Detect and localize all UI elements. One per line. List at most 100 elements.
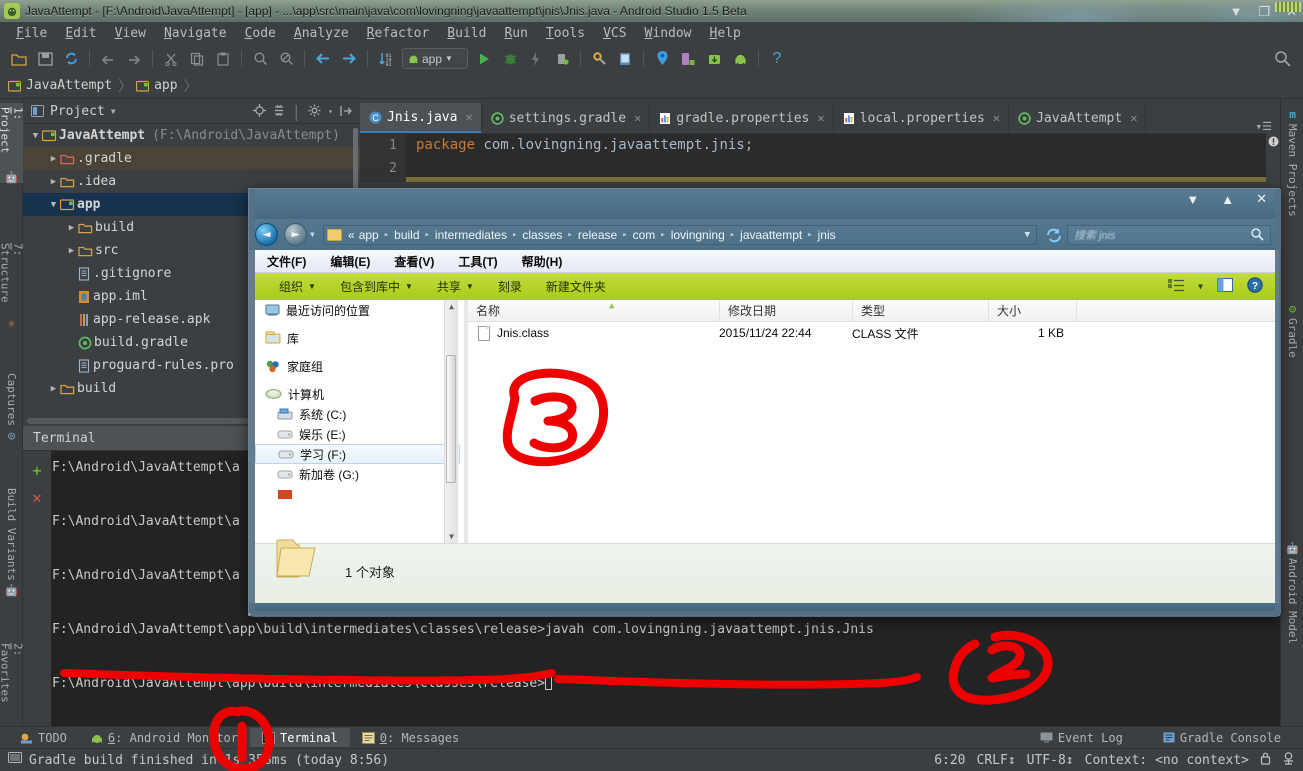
explorer-menu-v[interactable]: 查看(V) xyxy=(394,253,448,270)
context-indicator[interactable]: Context: <no context> xyxy=(1085,753,1249,768)
menu-item-edit[interactable]: Edit xyxy=(56,26,105,41)
project-tree-row[interactable]: ▶ .gradle xyxy=(23,147,360,170)
explorer-nav-item[interactable]: 学习 (F:) xyxy=(255,444,460,464)
avd-manager-icon[interactable] xyxy=(614,48,636,70)
lock-icon[interactable] xyxy=(1260,752,1271,769)
locate-icon[interactable] xyxy=(252,102,266,121)
tree-expander-icon[interactable]: ▶ xyxy=(65,246,78,256)
device-icon[interactable] xyxy=(677,48,699,70)
explorer-file-row[interactable]: Jnis.class 2015/11/24 22:44 CLASS 文件 1 KB xyxy=(468,322,1275,344)
bottom-tab-0-messages[interactable]: 0: Messages xyxy=(350,728,471,747)
explorer-nav-item[interactable]: 系统 (C:) xyxy=(255,404,464,424)
hide-panel-icon[interactable] xyxy=(340,102,352,121)
sync-project-icon[interactable]: 01 10 01 xyxy=(375,48,397,70)
encoding-indicator[interactable]: UTF-8↕ xyxy=(1027,753,1074,768)
inspection-status-icon[interactable] xyxy=(1268,136,1279,150)
explorer-toolbar-button[interactable]: 刻录 xyxy=(486,278,534,295)
explorer-address-bar[interactable]: « app ▸ build ▸ intermediates ▸ classes ▸ releas… xyxy=(323,225,1037,245)
menu-item-code[interactable]: Code xyxy=(236,26,285,41)
editor-tab-javaattempt[interactable]: JavaAttempt ✕ xyxy=(1009,103,1147,133)
open-project-icon[interactable] xyxy=(8,48,30,70)
search-icon[interactable] xyxy=(249,48,271,70)
address-separator-icon[interactable]: ▸ xyxy=(422,230,433,240)
right-tool-tab-maven-projects[interactable]: m Maven Projects xyxy=(1281,105,1303,225)
address-segment-app[interactable]: app xyxy=(357,228,381,242)
explorer-nav-item-partial[interactable] xyxy=(255,484,464,504)
address-history-chevron-icon[interactable]: ▼ xyxy=(1025,230,1036,240)
explorer-navigation-pane[interactable]: 最近访问的位置库家庭组 计算机 系统 (C:) 娱乐 (E:) 学习 (F:) 新加卷 (… xyxy=(255,300,464,543)
paste-icon[interactable] xyxy=(212,48,234,70)
editor-tab-options-icon[interactable]: ▾☰ xyxy=(1256,120,1280,133)
breadcrumb-item-javaattempt[interactable]: JavaAttempt xyxy=(8,78,118,93)
editor-tab-local-properties[interactable]: local.properties ✕ xyxy=(834,103,1010,133)
android-device-monitor-icon[interactable] xyxy=(729,48,751,70)
address-segment-jnis[interactable]: jnis xyxy=(816,228,838,242)
address-separator-icon[interactable]: ▸ xyxy=(381,230,392,240)
editor-code-area[interactable]: package com.lovingning.javaattempt.jnis; xyxy=(406,134,1280,182)
menu-item-tools[interactable]: Tools xyxy=(537,26,594,41)
explorer-toolbar-button[interactable]: 组织 ▼ xyxy=(267,278,328,295)
address-separator-icon[interactable]: ▸ xyxy=(727,230,738,240)
tree-expander-icon[interactable]: ▶ xyxy=(65,223,78,233)
run-configuration-selector[interactable]: app ▼ xyxy=(402,48,468,69)
explorer-nav-item[interactable]: 家庭组 xyxy=(255,356,464,376)
menu-item-vcs[interactable]: VCS xyxy=(594,26,635,41)
close-icon[interactable]: ✕ xyxy=(1130,111,1137,125)
tree-expander-icon[interactable]: ▶ xyxy=(47,177,60,187)
collapse-all-icon[interactable] xyxy=(273,102,285,121)
address-separator-icon[interactable]: ▸ xyxy=(619,230,630,240)
chevron-down-icon[interactable]: ▼ xyxy=(111,107,116,116)
replace-icon[interactable] xyxy=(275,48,297,70)
hector-icon[interactable] xyxy=(1282,751,1295,769)
tree-expander-icon[interactable]: ▼ xyxy=(47,200,60,210)
explorer-menu-e[interactable]: 编辑(E) xyxy=(330,253,384,270)
explorer-close-icon[interactable]: ✕ xyxy=(1256,191,1267,207)
close-icon[interactable]: ✕ xyxy=(634,111,641,125)
close-icon[interactable]: ✕ xyxy=(465,110,472,124)
menu-item-view[interactable]: View xyxy=(106,26,155,41)
right-tool-tab-android-model[interactable]: 🤖 Android Model xyxy=(1281,539,1303,669)
explorer-nav-item[interactable]: 库 xyxy=(255,328,464,348)
help-icon[interactable]: ? xyxy=(1247,276,1263,297)
explorer-toolbar-button[interactable]: 共享 ▼ xyxy=(425,278,486,295)
bottom-tab-gradle-console[interactable]: Gradle Console xyxy=(1151,728,1293,747)
explorer-nav-item[interactable]: 最近访问的位置 xyxy=(255,300,464,320)
explorer-toolbar-button[interactable]: 包含到库中 ▼ xyxy=(328,278,425,295)
left-tool-tab-structure[interactable]: 7: Structure ⚛ xyxy=(0,239,25,329)
address-segment-com[interactable]: com xyxy=(631,228,658,242)
menu-item-run[interactable]: Run xyxy=(495,26,536,41)
minimize-icon[interactable]: ▼ xyxy=(1230,5,1243,18)
chevron-down-icon[interactable]: ▼ xyxy=(1198,282,1203,291)
address-segment-lovingning[interactable]: lovingning xyxy=(669,228,727,242)
global-search-icon[interactable] xyxy=(1274,50,1291,71)
bottom-tab-6-android-monitor[interactable]: 6: Android Monitor xyxy=(79,728,250,747)
tree-expander-icon[interactable]: ▼ xyxy=(29,131,42,141)
left-tool-tab-captures[interactable]: Captures ◎ xyxy=(0,369,23,449)
windows-explorer-window[interactable]: ▼ ▲ ✕ ◄ ► ▼ « app ▸ build ▸ intermediates ▸ cl… xyxy=(248,188,1281,617)
menu-item-navigate[interactable]: Navigate xyxy=(155,26,236,41)
left-tool-tab-build-variants[interactable]: Build Variants 🤖 xyxy=(0,484,23,596)
bottom-tab-event-log[interactable]: Event Log xyxy=(1028,728,1135,747)
left-tool-tab-favorites[interactable]: 2: Favorites★ xyxy=(0,639,25,735)
explorer-file-list[interactable]: 名称 修改日期 类型 大小 Jnis.class 2015/11/24 22:44 CLA… xyxy=(468,299,1275,543)
explorer-search-box[interactable]: 搜索 jnis xyxy=(1067,225,1271,245)
refresh-icon[interactable] xyxy=(1044,225,1064,245)
menu-item-help[interactable]: Help xyxy=(701,26,750,41)
address-segment-release[interactable]: release xyxy=(576,228,619,242)
forward-icon[interactable] xyxy=(338,48,360,70)
tree-expander-icon[interactable]: ▶ xyxy=(47,384,60,394)
address-separator-icon[interactable]: ▸ xyxy=(564,230,575,240)
address-separator-icon[interactable]: ▸ xyxy=(657,230,668,240)
scroll-down-icon[interactable]: ▼ xyxy=(446,531,457,542)
menu-item-build[interactable]: Build xyxy=(438,26,495,41)
explorer-column-header[interactable]: 类型 xyxy=(853,299,989,322)
save-all-icon[interactable] xyxy=(34,48,56,70)
address-separator-icon[interactable]: ▸ xyxy=(509,230,520,240)
address-overflow-icon[interactable]: « xyxy=(346,228,357,242)
line-separator-indicator[interactable]: CRLF↕ xyxy=(977,753,1016,768)
explorer-maximize-icon[interactable]: ▲ xyxy=(1221,192,1234,207)
gear-icon[interactable] xyxy=(308,102,321,121)
close-icon[interactable]: ✕ xyxy=(817,111,824,125)
right-tool-tab-gradle[interactable]: ◎ Gradle xyxy=(1281,299,1303,379)
debug-icon[interactable] xyxy=(499,48,521,70)
